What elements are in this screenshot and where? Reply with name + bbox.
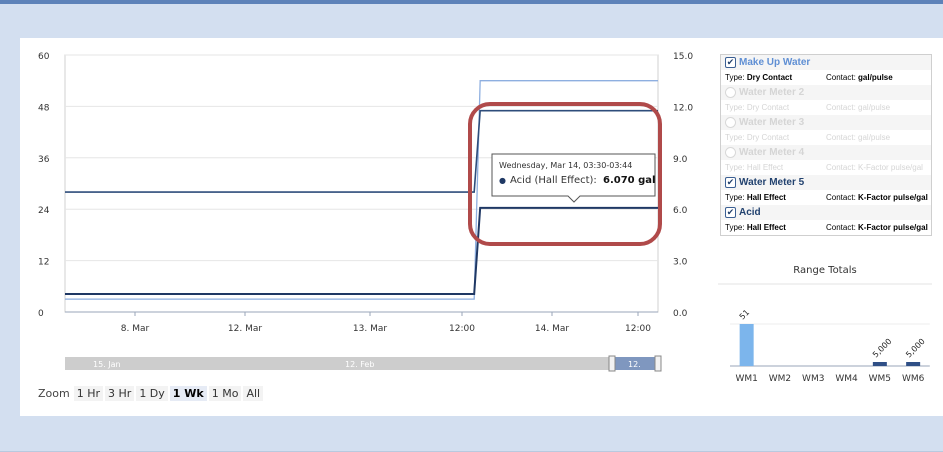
checkbox-icon[interactable]: ✔ xyxy=(725,177,736,188)
legend-type-row: Type: Hall Effect Contact: K-Factor pulse… xyxy=(721,190,931,205)
legend-contact: Contact: K-Factor pulse/gal xyxy=(826,193,928,202)
zoom-controls: Zoom 1 Hr 3 Hr 1 Dy 1 Wk 1 Mo All xyxy=(38,385,265,401)
legend-contact: Contact: K-Factor pulse/gal xyxy=(826,223,928,232)
legend-contact: Contact: gal/pulse xyxy=(826,133,891,142)
zoom-button-1-wk[interactable]: 1 Wk xyxy=(169,385,207,401)
legend-type: Type: Hall Effect xyxy=(725,163,784,172)
checkbox-icon[interactable] xyxy=(725,117,736,128)
checkbox-icon[interactable]: ✔ xyxy=(725,207,736,218)
legend-type: Type: Hall Effect xyxy=(725,193,786,202)
legend-contact: Contact: gal/pulse xyxy=(826,73,893,82)
legend-item-water-meter-5[interactable]: ✔ Water Meter 5 Type: Hall Effect Contact: … xyxy=(721,175,931,205)
legend-type: Type: Dry Contact xyxy=(725,103,790,112)
top-bar xyxy=(0,0,943,4)
legend-name-row[interactable]: ✔ Water Meter 5 xyxy=(721,175,931,190)
legend-name-row[interactable]: Water Meter 4 xyxy=(721,145,931,160)
legend-item-water-meter-2[interactable]: Water Meter 2 Type: Dry Contact Contact: g… xyxy=(721,85,931,115)
legend-type-row: Type: Hall Effect Contact: K-Factor pulse… xyxy=(721,160,931,175)
checkbox-icon[interactable] xyxy=(725,147,736,158)
legend-series-name: Water Meter 4 xyxy=(739,147,805,158)
legend-series-name: Acid xyxy=(739,207,761,218)
legend-series-name: Make Up Water xyxy=(739,57,811,68)
legend-type: Type: Hall Effect xyxy=(725,223,786,232)
legend-name-row[interactable]: ✔ Make Up Water xyxy=(721,55,931,70)
zoom-label: Zoom xyxy=(38,386,70,400)
legend-type: Type: Dry Contact xyxy=(725,73,793,82)
legend-item-water-meter-3[interactable]: Water Meter 3 Type: Dry Contact Contact: g… xyxy=(721,115,931,145)
zoom-button-1-mo[interactable]: 1 Mo xyxy=(208,385,242,401)
zoom-button-1-hr[interactable]: 1 Hr xyxy=(73,385,104,401)
legend-name-row[interactable]: Water Meter 3 xyxy=(721,115,931,130)
legend-item-water-meter-4[interactable]: Water Meter 4 Type: Hall Effect Contact: K… xyxy=(721,145,931,175)
legend-series-name: Water Meter 5 xyxy=(739,177,805,188)
zoom-button-1-dy[interactable]: 1 Dy xyxy=(136,385,168,401)
legend-type-row: Type: Dry Contact Contact: gal/pulse xyxy=(721,100,931,115)
legend-contact: Contact: gal/pulse xyxy=(826,103,891,112)
legend-contact: Contact: K-Factor pulse/gal xyxy=(826,163,923,172)
legend-item-acid[interactable]: ✔ Acid Type: Hall Effect Contact: K-Factor … xyxy=(721,205,931,235)
zoom-button-3-hr[interactable]: 3 Hr xyxy=(105,385,135,401)
legend-name-row[interactable]: ✔ Acid xyxy=(721,205,931,220)
series-legend: ✔ Make Up Water Type: Dry Contact Contact: … xyxy=(720,54,932,236)
checkbox-icon[interactable] xyxy=(725,87,736,98)
legend-type-row: Type: Dry Contact Contact: gal/pulse xyxy=(721,70,931,85)
legend-series-name: Water Meter 2 xyxy=(739,87,805,98)
legend-series-name: Water Meter 3 xyxy=(739,117,805,128)
legend-type-row: Type: Hall Effect Contact: K-Factor pulse… xyxy=(721,220,931,235)
zoom-button-all[interactable]: All xyxy=(243,385,264,401)
legend-type: Type: Dry Contact xyxy=(725,133,790,142)
legend-item-make-up-water[interactable]: ✔ Make Up Water Type: Dry Contact Contact: … xyxy=(721,55,931,85)
checkbox-icon[interactable]: ✔ xyxy=(725,57,736,68)
legend-type-row: Type: Dry Contact Contact: gal/pulse xyxy=(721,130,931,145)
legend-name-row[interactable]: Water Meter 2 xyxy=(721,85,931,100)
